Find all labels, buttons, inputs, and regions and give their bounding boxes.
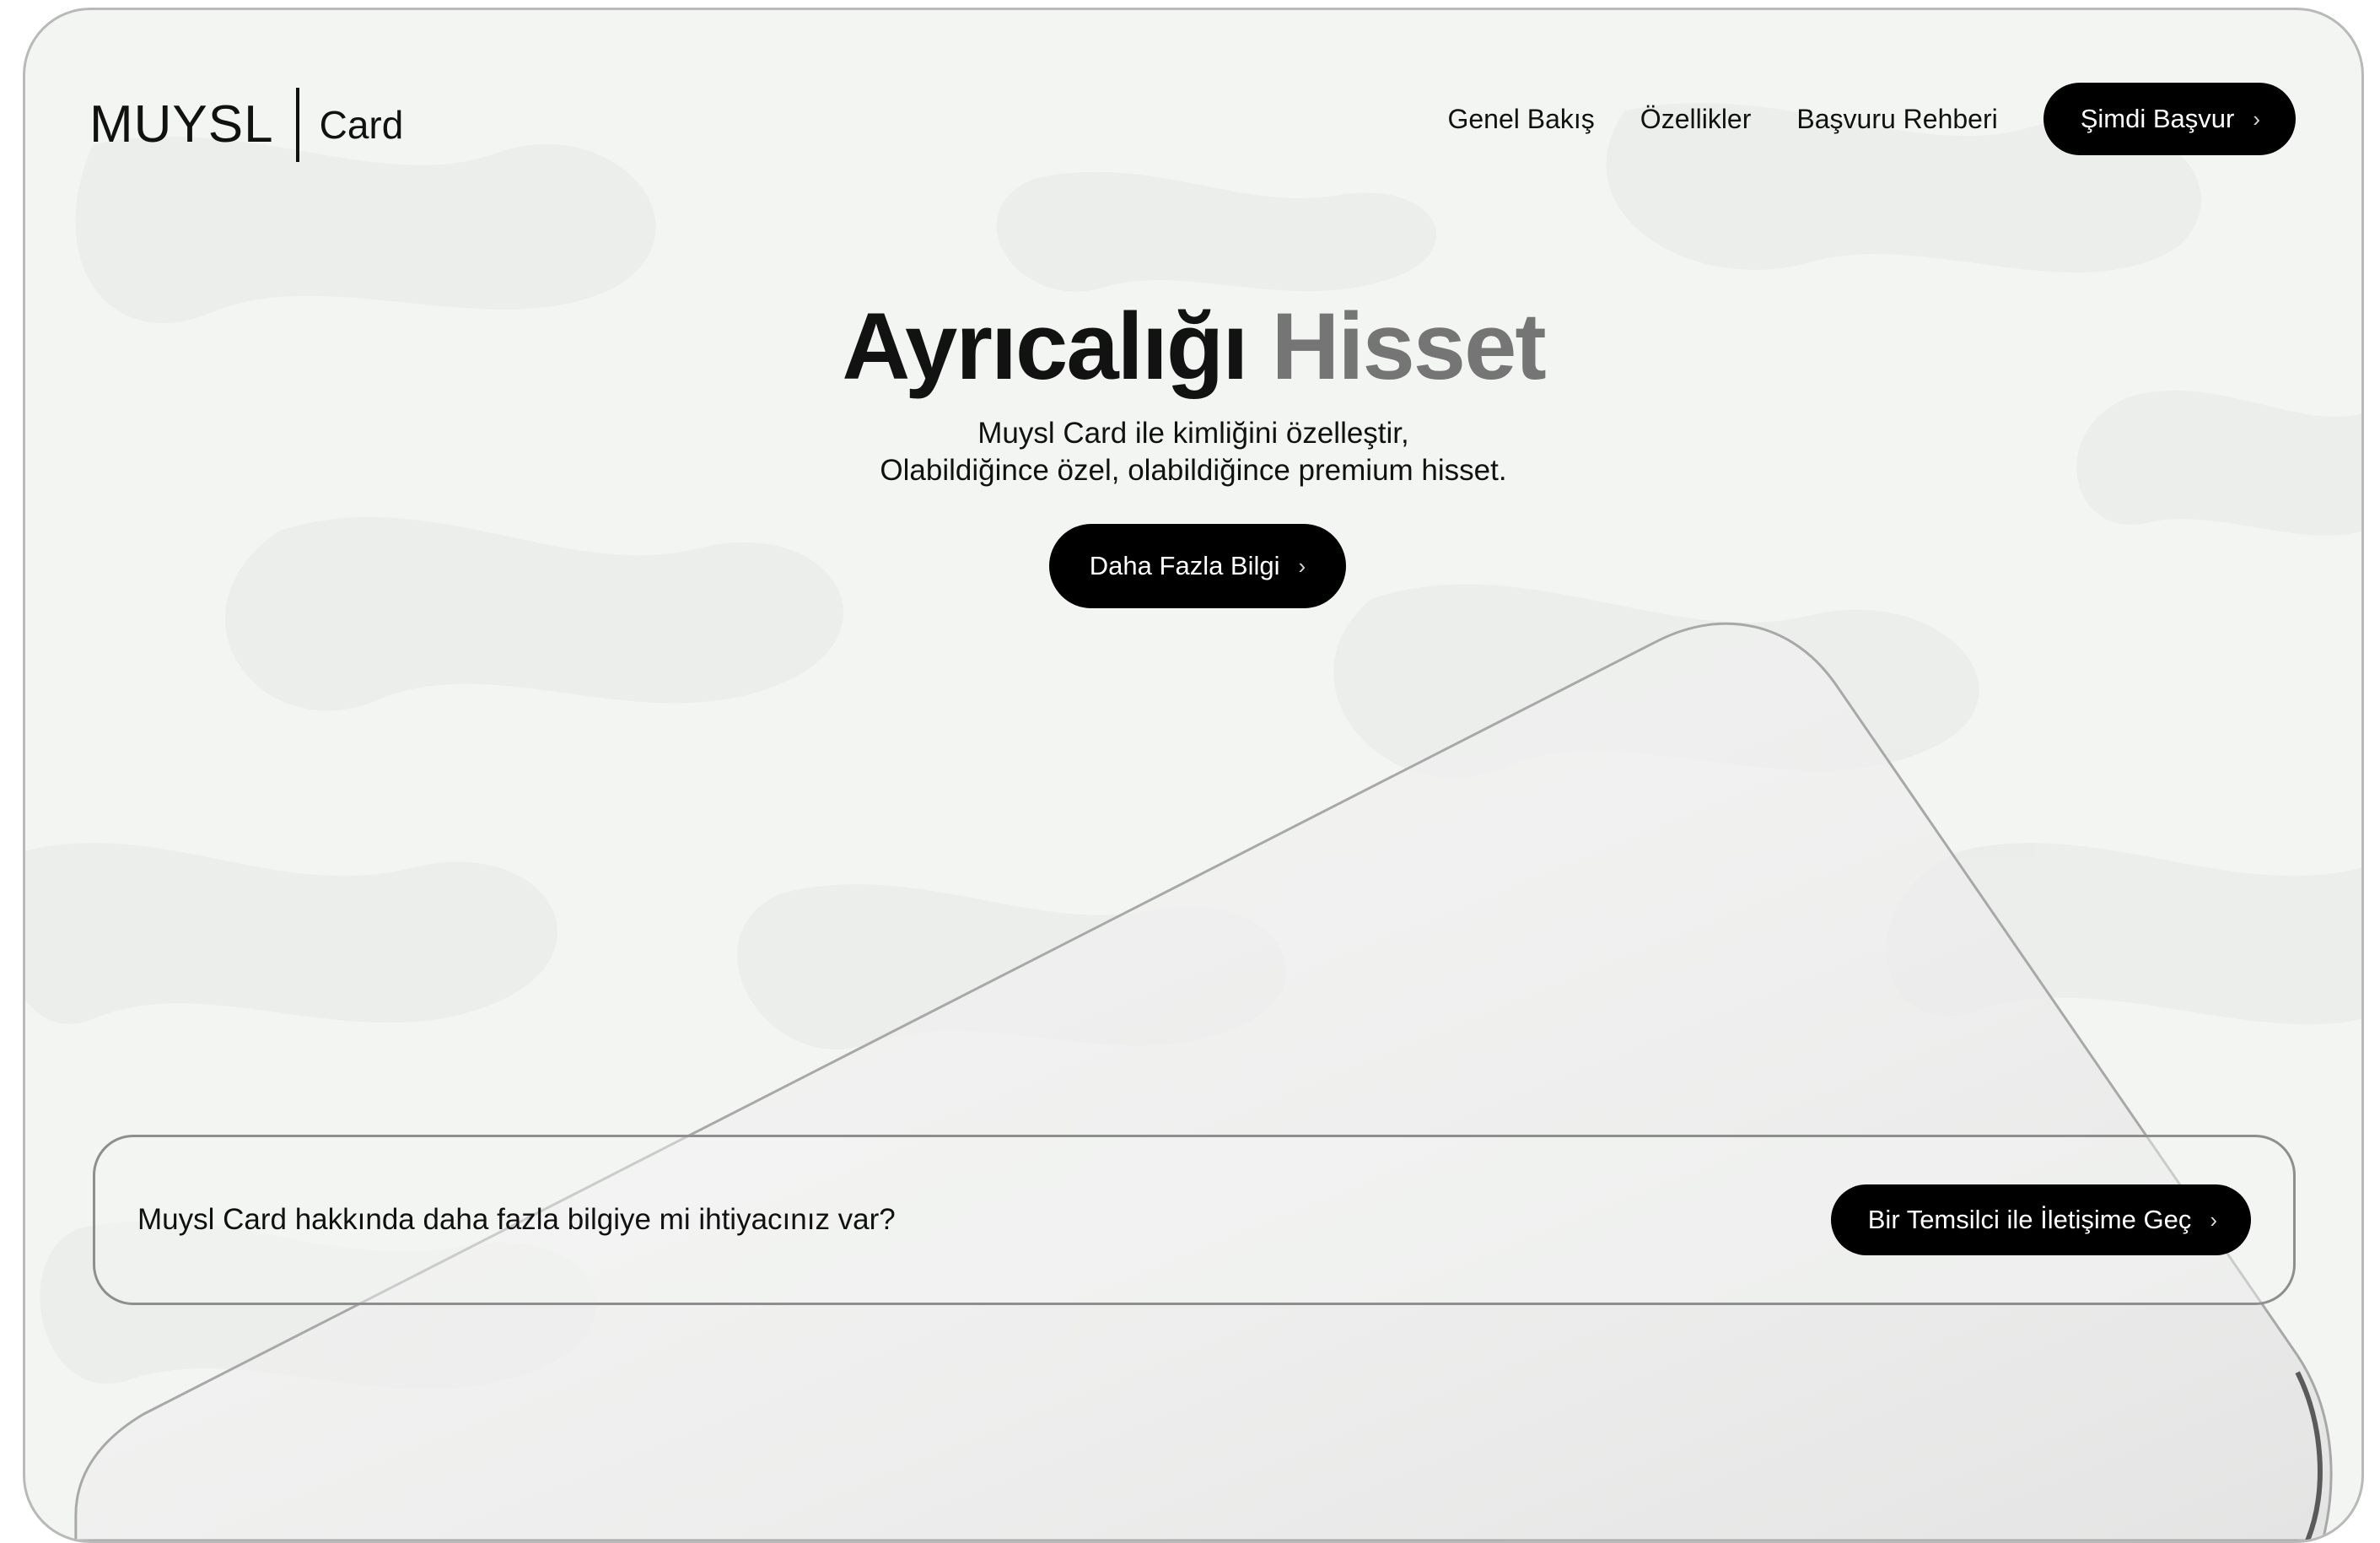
hero-subtitle-line-1: Muysl Card ile kimliğini özelleştir, [977, 417, 1409, 450]
nav-link-application-guide[interactable]: Başvuru Rehberi [1796, 104, 1997, 135]
learn-more-label: Daha Fazla Bilgi [1089, 551, 1280, 580]
chevron-right-icon: › [2253, 105, 2260, 132]
brand[interactable]: MUYSL Card [89, 84, 403, 165]
main-nav: Genel Bakış Özellikler Başvuru Rehberi Ş… [1447, 83, 2296, 155]
learn-more-button[interactable]: Daha Fazla Bilgi › [1049, 524, 1346, 608]
hero-title-secondary: Hisset [1271, 294, 1547, 399]
nav-link-features[interactable]: Özellikler [1640, 104, 1752, 135]
hero-title: Ayrıcalığı Hisset [25, 297, 2361, 397]
contact-info-bar: Muysl Card hakkında daha fazla bilgiye m… [93, 1135, 2296, 1305]
apply-now-button[interactable]: Şimdi Başvur › [2043, 83, 2296, 155]
card-illustration [74, 622, 2333, 1540]
brand-subtitle: Card [319, 103, 404, 147]
page-frame: MUYSL Card Genel Bakış Özellikler Başvur… [23, 8, 2364, 1543]
hero-title-primary: Ayrıcalığı [842, 294, 1248, 399]
chevron-right-icon: › [2210, 1206, 2217, 1233]
contact-representative-button[interactable]: Bir Temsilci ile İletişime Geç › [1830, 1184, 2251, 1255]
chevron-right-icon: › [1298, 553, 1306, 579]
hero-subtitle: Muysl Card ile kimliğini özelleştir, Ola… [25, 415, 2361, 489]
nav-link-overview[interactable]: Genel Bakış [1447, 104, 1594, 135]
apply-now-label: Şimdi Başvur [2080, 104, 2235, 133]
contact-representative-label: Bir Temsilci ile İletişime Geç [1867, 1205, 2192, 1234]
hero-subtitle-line-2: Olabildiğince özel, olabildiğince premiu… [880, 454, 1507, 487]
brand-logo: MUYSL [89, 95, 274, 154]
info-question: Muysl Card hakkında daha fazla bilgiye m… [137, 1203, 896, 1236]
brand-divider [295, 88, 299, 162]
